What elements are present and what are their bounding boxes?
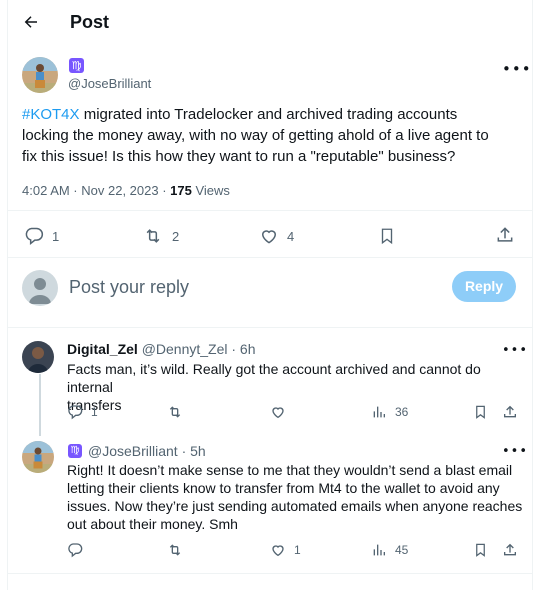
share-icon[interactable] [502, 404, 518, 420]
heart-icon [270, 404, 286, 420]
heart-icon [270, 542, 286, 558]
reply-text: Facts man, it’s wild. Really got the acc… [67, 361, 481, 413]
heart-icon [259, 226, 279, 246]
thread-connector-line [39, 374, 41, 436]
reply-count: 1 [91, 405, 98, 419]
user-avatar-placeholder [22, 270, 58, 306]
repost-action[interactable] [166, 542, 184, 558]
bookmark-icon[interactable] [378, 226, 396, 246]
like-action[interactable]: 1 [270, 542, 301, 558]
reply-handle[interactable]: @JoseBrilliant · 5h [88, 443, 206, 459]
reply-handle[interactable]: @Dennyt_Zel · 6h [142, 341, 256, 357]
author-badge: ♍ [69, 58, 84, 73]
repost-action[interactable]: 2 [142, 226, 179, 246]
views-action[interactable]: 36 [371, 404, 408, 420]
hashtag-link[interactable]: #KOT4X [22, 106, 80, 123]
author-handle[interactable]: @JoseBrilliant [68, 76, 151, 91]
reply-input[interactable]: Post your reply [69, 277, 189, 298]
share-icon[interactable] [495, 225, 515, 245]
bookmark-icon[interactable] [473, 404, 488, 420]
repost-action[interactable] [166, 404, 184, 420]
page-title: Post [70, 12, 110, 32]
reply-icon [67, 404, 83, 420]
post-timestamp: 4:02 AM · Nov 22, 2023 · 175 Views [22, 183, 230, 198]
repost-icon [166, 542, 184, 558]
reply-icon [67, 542, 83, 558]
avatar[interactable] [22, 341, 54, 373]
like-action[interactable] [270, 404, 286, 420]
repost-icon [142, 226, 164, 246]
views-count: 36 [395, 405, 409, 419]
views-count: 175 [170, 183, 192, 198]
reply-button[interactable]: Reply [452, 271, 516, 302]
post-text: #KOT4X migrated into Tradelocker and arc… [22, 106, 489, 165]
reply-icon [24, 226, 44, 246]
avatar[interactable] [22, 57, 58, 93]
like-action[interactable]: 4 [259, 226, 294, 246]
like-count: 1 [294, 543, 301, 557]
share-icon[interactable] [502, 542, 518, 558]
more-options-icon[interactable]: ••• [502, 60, 532, 78]
repost-count: 2 [172, 228, 180, 244]
views-action[interactable]: 45 [371, 542, 408, 558]
reply-action[interactable]: 1 [24, 226, 59, 246]
bookmark-icon[interactable] [473, 542, 488, 558]
reply-action[interactable]: 1 [67, 404, 98, 420]
analytics-icon [371, 404, 387, 420]
repost-icon [166, 404, 184, 420]
reply-count: 1 [52, 228, 60, 244]
like-count: 4 [287, 228, 295, 244]
avatar[interactable] [22, 441, 54, 473]
analytics-icon [371, 542, 387, 558]
more-options-icon[interactable]: ••• [502, 444, 528, 459]
views-count: 45 [395, 543, 409, 557]
reply-action[interactable] [67, 542, 83, 558]
author-badge: ♍ [68, 444, 82, 458]
reply-text: Right! It doesn’t make sense to me that … [67, 462, 523, 532]
reply-author-name[interactable]: Digital_Zel [67, 341, 138, 357]
reply-author-line: Digital_Zel @Dennyt_Zel · 6h [67, 341, 256, 357]
back-arrow-icon[interactable] [22, 13, 40, 31]
more-options-icon[interactable]: ••• [502, 343, 528, 358]
